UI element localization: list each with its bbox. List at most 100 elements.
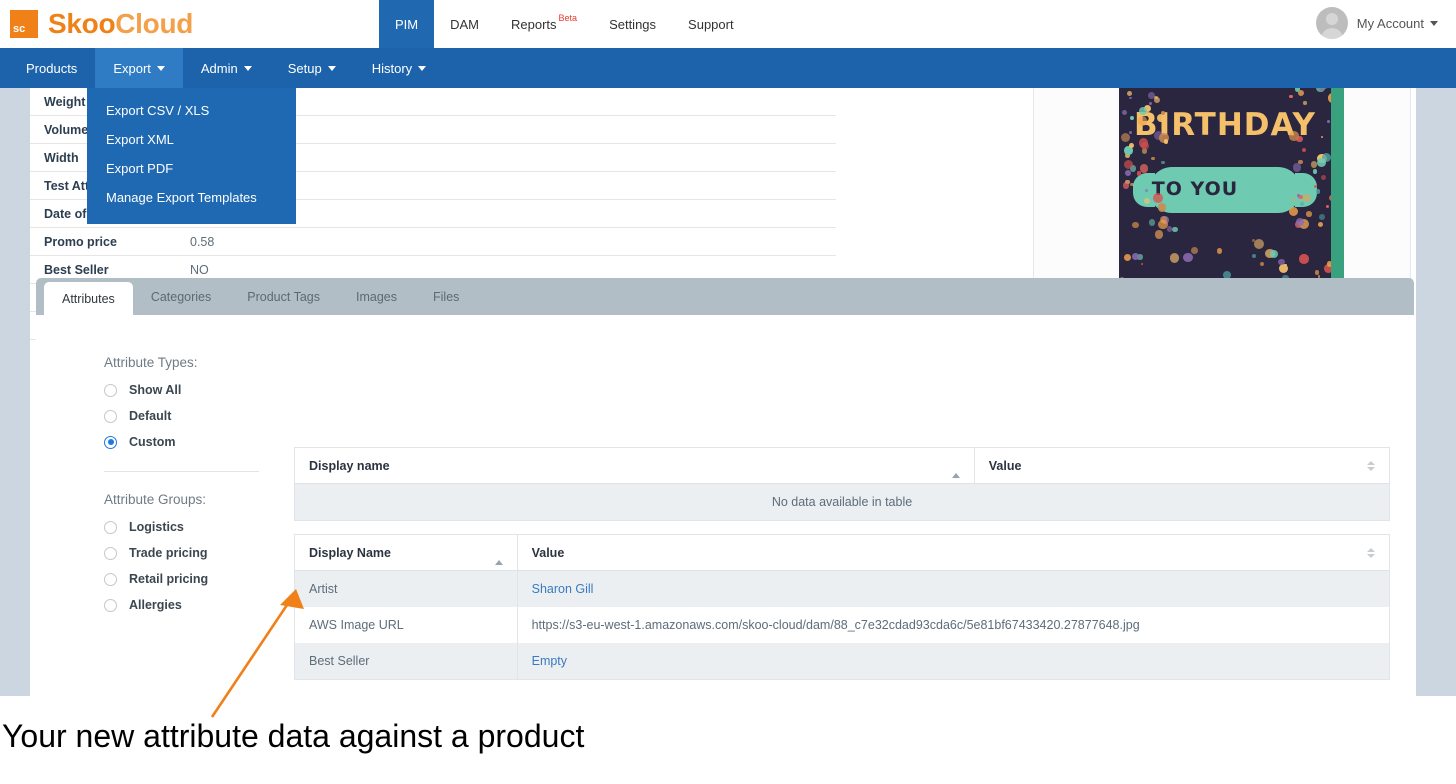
account-label: My Account — [1356, 15, 1424, 31]
radio-custom[interactable]: Custom — [104, 435, 294, 449]
column-header-value[interactable]: Value — [973, 448, 1389, 483]
tab-label: Attributes — [62, 291, 115, 306]
cell-value[interactable]: Empty — [516, 643, 1389, 679]
tab-images[interactable]: Images — [338, 278, 415, 315]
default-attributes-table: Display name Value No data available in … — [294, 447, 1390, 521]
attributes-tab-panel: Attribute Types: Show All Default Custom… — [36, 315, 1414, 680]
brand-name-part2: Cloud — [115, 8, 194, 39]
table-header-row: Display name Value — [295, 448, 1389, 484]
radio-icon — [104, 546, 117, 560]
topnav-item-support[interactable]: Support — [672, 0, 750, 48]
sort-ascending-icon — [494, 545, 503, 565]
secondary-nav-bar: Products Export Admin Setup History — [0, 48, 1456, 88]
radio-label: Retail pricing — [129, 572, 209, 586]
column-label: Value — [531, 545, 565, 560]
topnav-item-reports[interactable]: Reports Beta — [495, 0, 593, 48]
topnav-label: Settings — [609, 16, 657, 32]
radio-label: Custom — [129, 435, 176, 449]
tab-attributes[interactable]: Attributes — [44, 282, 133, 315]
avatar — [1315, 7, 1348, 39]
attribute-filters: Attribute Types: Show All Default Custom… — [104, 355, 294, 624]
radio-default[interactable]: Default — [104, 409, 294, 423]
filters-divider — [104, 471, 259, 472]
radio-icon — [104, 520, 117, 534]
card-banner-text: TO YOU — [1151, 178, 1239, 200]
brand-name: SkooCloud — [48, 8, 193, 40]
menu-item-export-pdf[interactable]: Export PDF — [87, 154, 296, 183]
chevron-down-icon — [1430, 20, 1438, 26]
column-header-value[interactable]: Value — [516, 535, 1389, 570]
column-label: Display Name — [309, 545, 391, 560]
beta-badge: Beta — [558, 13, 578, 23]
chevron-down-icon — [418, 65, 427, 71]
export-dropdown-menu: Export CSV / XLS Export XML Export PDF M… — [87, 88, 296, 224]
topnav-label: Reports — [511, 16, 557, 32]
menu-item-export-xml[interactable]: Export XML — [87, 125, 296, 154]
chevron-down-icon — [327, 65, 336, 71]
topnav-label: PIM — [395, 16, 419, 32]
nav-label: Admin — [200, 60, 238, 76]
tab-files[interactable]: Files — [415, 278, 477, 315]
radio-icon-selected — [104, 435, 117, 449]
tab-label: Images — [356, 289, 397, 304]
table-row: Promo price 0.58 — [30, 228, 836, 256]
detail-tab-bar: Attributes Categories Product Tags Image… — [36, 278, 1414, 315]
attribute-types-heading: Attribute Types: — [104, 355, 198, 370]
tab-categories[interactable]: Categories — [133, 278, 229, 315]
topnav-label: DAM — [450, 16, 480, 32]
radio-label: Trade pricing — [129, 546, 208, 560]
annotation-area: Your new attribute data against a produc… — [0, 696, 1456, 784]
cell-display-name: AWS Image URL — [309, 618, 404, 632]
table-row[interactable]: AWS Image URL https://s3-eu-west-1.amazo… — [295, 607, 1389, 643]
top-navigation: PIM DAM Reports Beta Settings Support — [379, 0, 750, 48]
cell-value[interactable]: Sharon Gill — [516, 571, 1389, 607]
nav-item-history[interactable]: History — [354, 48, 444, 88]
column-header-display-name[interactable]: Display name — [295, 448, 974, 483]
nav-label: Export — [113, 60, 151, 76]
annotation-caption: Your new attribute data against a produc… — [2, 718, 585, 754]
radio-label: Show All — [129, 383, 182, 397]
attribute-key: Promo price — [44, 234, 117, 249]
nav-item-admin[interactable]: Admin — [183, 48, 270, 88]
table-row[interactable]: Best Seller Empty — [295, 643, 1389, 679]
topnav-item-settings[interactable]: Settings — [593, 0, 672, 48]
radio-logistics[interactable]: Logistics — [104, 520, 294, 534]
cell-display-name: Artist — [309, 582, 338, 596]
topnav-item-dam[interactable]: DAM — [434, 0, 495, 48]
nav-item-export[interactable]: Export — [95, 48, 183, 88]
detail-tabs: Attributes Categories Product Tags Image… — [36, 278, 1414, 315]
cell-display-name: Best Seller — [309, 654, 370, 668]
radio-trade-pricing[interactable]: Trade pricing — [104, 546, 294, 560]
brand-logo[interactable]: sc SkooCloud — [10, 8, 193, 40]
tab-label: Categories — [150, 289, 212, 304]
radio-label: Allergies — [129, 598, 182, 612]
logo-mark-icon: sc — [10, 10, 38, 38]
radio-label: Logistics — [129, 520, 184, 534]
nav-item-products[interactable]: Products — [8, 48, 95, 88]
nav-item-setup[interactable]: Setup — [270, 48, 354, 88]
attribute-key: Best Seller — [44, 262, 109, 277]
tab-product-tags[interactable]: Product Tags — [229, 278, 338, 315]
menu-item-manage-export-templates[interactable]: Manage Export Templates — [87, 183, 296, 212]
radio-retail-pricing[interactable]: Retail pricing — [104, 572, 294, 586]
greeting-card-front: HAPPY BIRTHDAY TO YOU — [1119, 83, 1331, 283]
column-header-display-name[interactable]: Display Name — [295, 535, 517, 570]
column-label: Value — [988, 458, 1022, 473]
nav-label: Products — [26, 60, 78, 76]
tab-label: Files — [433, 289, 460, 304]
sort-none-icon — [1367, 547, 1375, 558]
secondary-nav: Products Export Admin Setup History — [0, 48, 1456, 88]
envelope: HAPPY BIRTHDAY TO YOU — [1119, 83, 1344, 297]
radio-show-all[interactable]: Show All — [104, 383, 294, 397]
topnav-label: Support — [688, 16, 734, 32]
menu-item-export-csv-xls[interactable]: Export CSV / XLS — [87, 96, 296, 125]
cell-value[interactable]: https://s3-eu-west-1.amazonaws.com/skoo-… — [516, 607, 1389, 643]
table-row[interactable]: Artist Sharon Gill — [295, 571, 1389, 607]
radio-icon — [104, 598, 117, 612]
radio-icon — [104, 383, 117, 397]
account-menu[interactable]: My Account — [1315, 7, 1438, 39]
column-label: Display name — [309, 458, 390, 473]
radio-allergies[interactable]: Allergies — [104, 598, 294, 612]
topnav-item-pim[interactable]: PIM — [379, 0, 435, 48]
sort-ascending-icon — [951, 458, 960, 478]
